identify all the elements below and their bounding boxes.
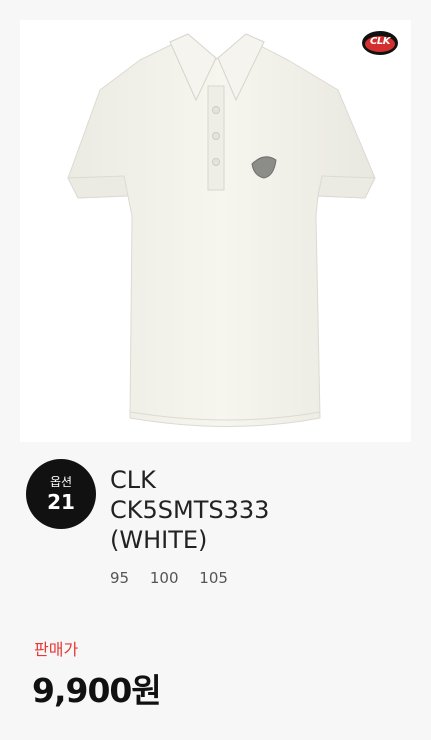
size-item: 95	[110, 569, 130, 587]
product-card[interactable]: CLK 옵션 21 CLK CK5SMTS333 (WHITE) 95 100 …	[0, 0, 431, 740]
product-image[interactable]: CLK	[20, 20, 411, 442]
brand-logo: CLK	[361, 30, 399, 56]
size-list: 95 100 105	[110, 569, 244, 587]
brand-logo-text: CLK	[370, 36, 390, 47]
option-count: 21	[47, 490, 75, 514]
product-color[interactable]: (WHITE)	[110, 525, 410, 555]
product-model[interactable]: CK5SMTS333	[110, 495, 410, 525]
polo-shirt-image	[67, 33, 376, 427]
product-brand: CLK	[110, 466, 156, 494]
size-item: 100	[149, 569, 179, 587]
product-info: CLK CK5SMTS333 (WHITE)	[110, 465, 410, 555]
option-count-badge: 옵션 21	[26, 459, 96, 529]
size-item: 105	[199, 569, 228, 587]
price-value: 9,900원	[32, 671, 162, 710]
option-label: 옵션	[49, 475, 73, 489]
price-label: 판매가	[34, 640, 79, 659]
